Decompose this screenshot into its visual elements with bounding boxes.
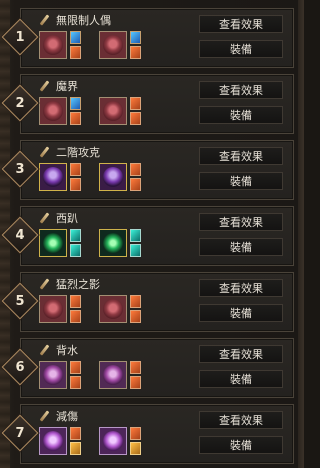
equip-button[interactable]: 裝備 (199, 106, 283, 124)
equipment-slot[interactable] (99, 361, 159, 389)
card-icon (130, 376, 141, 389)
card-icon (70, 163, 81, 176)
equipment-slot[interactable] (99, 31, 159, 59)
view-effect-button[interactable]: 查看效果 (199, 411, 283, 429)
preset-name: 西趴 (56, 212, 78, 225)
edit-pencil-icon[interactable] (39, 345, 50, 356)
card-icon (70, 46, 81, 59)
equipment-item-icon[interactable] (39, 295, 67, 323)
preset-title[interactable]: 猛烈之影 (39, 277, 100, 291)
view-effect-button[interactable]: 查看效果 (199, 81, 283, 99)
equipment-item-icon[interactable] (39, 31, 67, 59)
preset-title[interactable]: 魔界 (39, 79, 78, 93)
card-icon (70, 112, 81, 125)
equipment-slot[interactable] (99, 97, 159, 125)
equip-button[interactable]: 裝備 (199, 238, 283, 256)
card-icon (130, 229, 141, 242)
edit-pencil-icon[interactable] (39, 279, 50, 290)
preset-title[interactable]: 西趴 (39, 211, 78, 225)
equipment-item-icon[interactable] (39, 97, 67, 125)
card-icon (70, 442, 81, 455)
equipment-slot[interactable] (39, 229, 99, 257)
preset-title[interactable]: 背水 (39, 343, 78, 357)
preset-name: 猛烈之影 (56, 278, 100, 291)
edit-pencil-icon[interactable] (39, 81, 50, 92)
equipment-item-icon[interactable] (99, 361, 127, 389)
view-effect-button[interactable]: 查看效果 (199, 213, 283, 231)
equipment-item-icon[interactable] (99, 295, 127, 323)
equipment-slot[interactable] (39, 361, 99, 389)
card-icon (130, 97, 141, 110)
view-effect-button[interactable]: 查看效果 (199, 15, 283, 33)
preset-title[interactable]: 二階攻克 (39, 145, 100, 159)
equipment-slot[interactable] (39, 295, 99, 323)
preset-name: 魔界 (56, 80, 78, 93)
edit-pencil-icon[interactable] (39, 147, 50, 158)
preset-name: 二階攻克 (56, 146, 100, 159)
card-icon (70, 229, 81, 242)
equipment-item-icon[interactable] (39, 163, 67, 191)
preset-row-3: 3 二階攻克 查看效果 裝備 (1, 140, 294, 200)
equipment-item-icon[interactable] (99, 427, 127, 455)
card-icon (70, 295, 81, 308)
preset-row-1: 1 無限制人偶 查看效果 裝備 (1, 8, 294, 68)
equip-button[interactable]: 裝備 (199, 40, 283, 58)
edit-pencil-icon[interactable] (39, 213, 50, 224)
equipment-slot[interactable] (39, 31, 99, 59)
edit-pencil-icon[interactable] (39, 15, 50, 26)
preset-row-5: 5 猛烈之影 查看效果 裝備 (1, 272, 294, 332)
equip-button[interactable]: 裝備 (199, 436, 283, 454)
preset-name: 減傷 (56, 410, 78, 423)
edit-pencil-icon[interactable] (39, 411, 50, 422)
equipment-item-icon[interactable] (39, 427, 67, 455)
card-icon (70, 31, 81, 44)
equipment-slot[interactable] (39, 427, 99, 455)
card-icon (130, 361, 141, 374)
card-icon (130, 310, 141, 323)
view-effect-button[interactable]: 查看效果 (199, 279, 283, 297)
equipment-slot[interactable] (99, 295, 159, 323)
card-icon (130, 442, 141, 455)
preset-title[interactable]: 無限制人偶 (39, 13, 111, 27)
equip-button[interactable]: 裝備 (199, 304, 283, 322)
card-icon (130, 46, 141, 59)
equip-button[interactable]: 裝備 (199, 172, 283, 190)
equipment-item-icon[interactable] (39, 229, 67, 257)
equipment-slot[interactable] (39, 163, 99, 191)
card-icon (70, 427, 81, 440)
card-icon (130, 178, 141, 191)
equipment-item-icon[interactable] (99, 163, 127, 191)
equip-button[interactable]: 裝備 (199, 370, 283, 388)
card-icon (130, 295, 141, 308)
equipment-slot[interactable] (39, 97, 99, 125)
equipment-item-icon[interactable] (99, 97, 127, 125)
view-effect-button[interactable]: 查看效果 (199, 147, 283, 165)
card-icon (130, 112, 141, 125)
equipment-item-icon[interactable] (99, 229, 127, 257)
equipment-slot[interactable] (99, 229, 159, 257)
preset-row-2: 2 魔界 查看效果 裝備 (1, 74, 294, 134)
equipment-slot[interactable] (99, 163, 159, 191)
preset-row-6: 6 背水 查看效果 裝備 (1, 338, 294, 398)
view-effect-button[interactable]: 查看效果 (199, 345, 283, 363)
preset-row-7: 7 減傷 查看效果 裝備 (1, 404, 294, 464)
equipment-item-icon[interactable] (39, 361, 67, 389)
card-icon (130, 31, 141, 44)
card-icon (130, 244, 141, 257)
equipment-item-icon[interactable] (99, 31, 127, 59)
equipment-slot[interactable] (99, 427, 159, 455)
card-icon (130, 163, 141, 176)
preset-title[interactable]: 減傷 (39, 409, 78, 423)
card-icon (70, 361, 81, 374)
card-icon (70, 310, 81, 323)
card-icon (70, 178, 81, 191)
preset-row-4: 4 西趴 查看效果 裝備 (1, 206, 294, 266)
preset-name: 背水 (56, 344, 78, 357)
card-icon (130, 427, 141, 440)
card-icon (70, 97, 81, 110)
preset-name: 無限制人偶 (56, 14, 111, 27)
card-icon (70, 376, 81, 389)
card-icon (70, 244, 81, 257)
